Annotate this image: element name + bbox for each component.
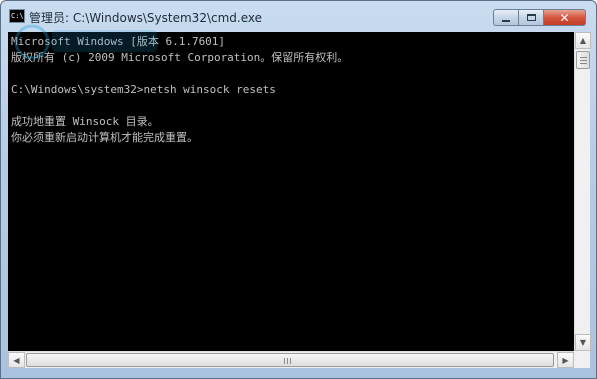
title-bar[interactable]: C:\ 管理员: C:\Windows\System32\cmd.exe ✕ [1,1,596,31]
scroll-left-button[interactable]: ◀ [8,352,25,368]
vertical-scrollbar[interactable]: ▲ ▼ [574,32,591,351]
console-line: 成功地重置 Winsock 目录。 [11,115,159,128]
arrow-left-icon: ◀ [13,355,20,365]
vertical-scroll-thumb[interactable] [576,51,590,69]
resize-corner[interactable] [574,351,590,368]
console-line: Microsoft Windows [版本 6.1.7601] [11,35,226,48]
scroll-down-button[interactable]: ▼ [575,334,591,351]
grip-line [580,60,587,61]
arrow-down-icon: ▼ [579,338,587,347]
grip-line [287,358,288,364]
minimize-button[interactable] [493,9,518,26]
console-output[interactable]: Microsoft Windows [版本 6.1.7601] 版权所有 (c)… [8,32,574,351]
grip-line [290,358,291,364]
close-icon: ✕ [559,10,570,25]
arrow-right-icon: ▶ [562,355,569,365]
scroll-right-button[interactable]: ▶ [557,352,574,368]
grip-line [580,63,587,64]
horizontal-scroll-thumb[interactable] [26,353,554,367]
grip-line [580,57,587,58]
console-line: 你必须重新启动计算机才能完成重置。 [11,131,198,144]
close-button[interactable]: ✕ [543,9,586,26]
cmd-window: C:\ 管理员: C:\Windows\System32\cmd.exe ✕ M… [0,0,597,379]
window-title: 管理员: C:\Windows\System32\cmd.exe [29,11,262,25]
maximize-button[interactable] [518,9,543,26]
cmd-app-icon[interactable]: C:\ [9,9,25,23]
console-command-line: C:\Windows\system32>netsh winsock resets [11,83,276,96]
maximize-icon [526,14,536,21]
minimize-icon [502,19,510,22]
window-controls: ✕ [493,9,586,27]
scroll-up-button[interactable]: ▲ [575,32,591,49]
console-line: 版权所有 (c) 2009 Microsoft Corporation。保留所有… [11,51,349,64]
arrow-up-icon: ▲ [579,36,587,45]
horizontal-scrollbar[interactable]: ◀ ▶ [8,351,574,368]
grip-line [284,358,285,364]
